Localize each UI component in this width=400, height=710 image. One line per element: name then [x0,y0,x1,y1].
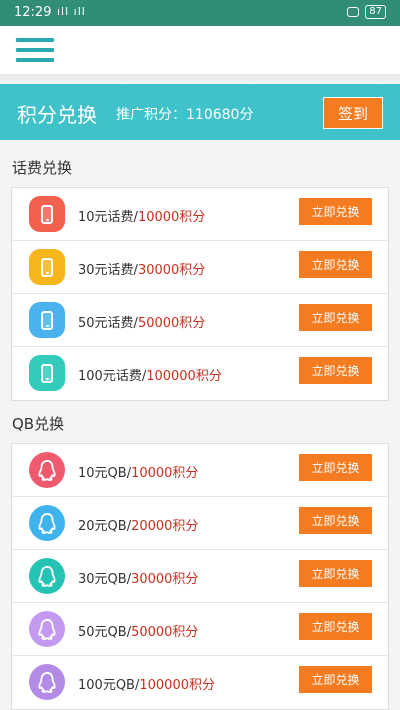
section-title-phone-credit: 话费兑换 [12,159,73,177]
item-points: 100000积分 [139,678,215,693]
mobile-phone-icon [29,249,65,285]
item-points: 100000积分 [146,369,222,384]
page-title: 积分兑换 [17,103,97,127]
item-points: 20000积分 [131,519,199,534]
signin-button[interactable]: 签到 [323,97,383,129]
qq-penguin-icon [29,452,65,488]
item-label: 20元QB/20000积分 [78,515,198,534]
qq-penguin-icon [29,611,65,647]
list-item: 10元QB/10000积分 立即兑换 [12,444,388,497]
item-label: 50元QB/50000积分 [78,621,198,640]
redeem-button[interactable]: 立即兑换 [299,198,372,225]
qq-penguin-icon [29,664,65,700]
list-item: 100元QB/100000积分 立即兑换 [12,656,388,709]
hamburger-menu-icon[interactable] [16,38,54,62]
list-item: 100元话费/100000积分 立即兑换 [12,347,388,400]
mobile-phone-icon [29,302,65,338]
item-label: 30元QB/30000积分 [78,568,198,587]
item-points: 10000积分 [131,466,199,481]
item-points: 50000积分 [131,625,199,640]
redeem-button[interactable]: 立即兑换 [299,507,372,534]
item-points: 30000积分 [131,572,199,587]
item-name: 30元QB/ [78,572,132,587]
status-time: 12:29 [14,5,52,20]
appbar-shadow [0,74,400,84]
list-item: 50元话费/50000积分 立即兑换 [12,294,388,347]
qb-list: 10元QB/10000积分 立即兑换 20元QB/20000积分 立即兑换 30元QB/… [11,443,389,710]
redeem-button[interactable]: 立即兑换 [299,454,372,481]
mobile-phone-icon [29,196,65,232]
redeem-button[interactable]: 立即兑换 [299,613,372,640]
item-label: 10元QB/10000积分 [78,462,198,481]
item-label: 50元话费/50000积分 [78,312,205,331]
list-item: 30元QB/30000积分 立即兑换 [12,550,388,603]
phone-credit-list: 10元话费/10000积分 立即兑换 30元话费/30000积分 立即兑换 50元话费/… [11,187,389,401]
item-label: 10元话费/10000积分 [78,206,205,225]
qq-penguin-icon [29,558,65,594]
mobile-phone-icon [29,355,65,391]
section-title-qb: QB兑换 [12,415,65,433]
item-name: 50元QB/ [78,625,132,640]
list-item: 50元QB/50000积分 立即兑换 [12,603,388,656]
item-label: 100元QB/100000积分 [78,674,215,693]
item-points: 30000积分 [137,263,206,278]
points-banner: 积分兑换 推广积分：110680分 签到 [0,84,400,140]
item-name: 30元话费/ [78,263,138,278]
item-name: 50元话费/ [78,316,138,331]
list-item: 20元QB/20000积分 立即兑换 [12,497,388,550]
item-points: 10000积分 [137,210,206,225]
app-bar [0,26,400,74]
promo-points: 推广积分：110680分 [116,107,254,123]
item-name: 20元QB/ [78,519,132,534]
item-name: 10元QB/ [78,466,132,481]
redeem-button[interactable]: 立即兑换 [299,666,372,693]
list-item: 10元话费/10000积分 立即兑换 [12,188,388,241]
redeem-button[interactable]: 立即兑换 [299,560,372,587]
item-points: 50000积分 [137,316,206,331]
item-label: 30元话费/30000积分 [78,259,205,278]
item-label: 100元话费/100000积分 [78,365,222,384]
item-name: 100元话费/ [78,369,147,384]
battery-icon: 87 [365,5,386,19]
redeem-button[interactable]: 立即兑换 [299,357,372,384]
qq-penguin-icon [29,505,65,541]
status-right: 87 [347,5,386,19]
item-name: 10元话费/ [78,210,138,225]
status-bar: 12:29 ıll ıll 87 [0,0,400,26]
item-name: 100元QB/ [78,678,140,693]
signal-icon: ıll ıll [57,5,86,18]
hd-icon [347,7,360,17]
redeem-button[interactable]: 立即兑换 [299,251,372,278]
list-item: 30元话费/30000积分 立即兑换 [12,241,388,294]
redeem-button[interactable]: 立即兑换 [299,304,372,331]
